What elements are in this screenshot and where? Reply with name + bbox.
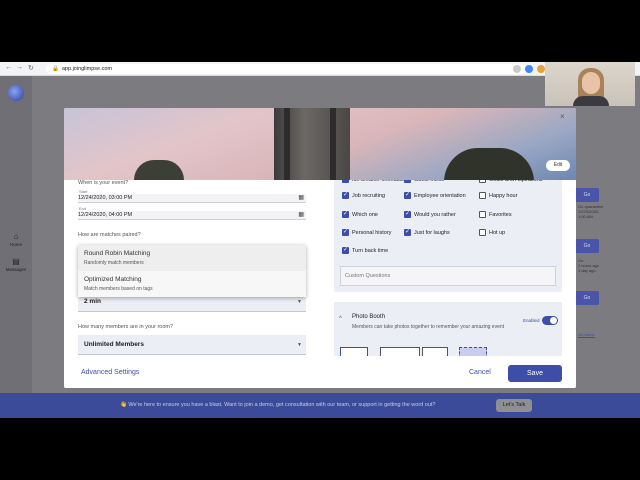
- unchecked-icon[interactable]: [479, 229, 486, 237]
- photo-booth-panel: ^ Photo Booth Members can take photos to…: [334, 302, 562, 362]
- prompt-checkbox[interactable]: Favorites: [479, 211, 512, 220]
- members-question: How many members are in your room?: [78, 324, 174, 330]
- lets-talk-button[interactable]: Let's Talk: [496, 399, 532, 412]
- prompt-label: Hot up: [489, 230, 506, 236]
- prompt-label: Goals and Aspirations: [489, 180, 543, 183]
- cover-image: × Edit: [64, 108, 576, 180]
- sidebar-item-home[interactable]: ⌂ Home: [0, 232, 32, 247]
- prompt-label: Happy hour: [489, 193, 518, 199]
- chapel-tower-image: [274, 108, 350, 180]
- prompt-checkbox[interactable]: Hot up: [479, 229, 505, 238]
- match-question: How are matches paired?: [78, 232, 141, 238]
- checked-icon[interactable]: ✓: [342, 247, 349, 255]
- unchecked-icon[interactable]: [479, 180, 486, 184]
- cancel-button[interactable]: Cancel: [469, 369, 491, 376]
- close-icon[interactable]: ×: [560, 112, 565, 121]
- photo-booth-description: Members can take photos together to reme…: [352, 324, 505, 330]
- event-settings-dialog: × Edit When is your event? Start 12/24/2…: [64, 108, 576, 388]
- prompt-label: Employee orientation: [414, 193, 466, 199]
- checked-icon[interactable]: ✓: [342, 180, 349, 184]
- checked-icon[interactable]: ✓: [342, 211, 349, 219]
- promo-banner: 👋 We're here to ensure you have a blast.…: [0, 393, 640, 418]
- calendar-icon[interactable]: ▦: [298, 194, 304, 203]
- custom-questions-input[interactable]: Custom Questions: [340, 266, 556, 286]
- prompt-checkbox[interactable]: ✓ Would you rather: [404, 211, 456, 220]
- photo-booth-toggle[interactable]: [542, 316, 558, 325]
- checked-icon[interactable]: ✓: [404, 211, 411, 219]
- prompt-label: Ice-breaker orientation: [352, 180, 408, 183]
- background-go-button[interactable]: Go: [575, 188, 599, 202]
- prompt-checkbox[interactable]: ✓Ice-breaker orientation: [342, 180, 407, 185]
- background-go-button[interactable]: Go: [575, 239, 599, 253]
- extension-icon[interactable]: [513, 65, 521, 73]
- members-select[interactable]: Unlimited Members ▼: [78, 335, 306, 355]
- screen: ← → ↻ 🔒 app.joinglimpse.com ⌂ Home ▤ Mess…: [0, 0, 640, 480]
- save-button[interactable]: Save: [508, 365, 562, 382]
- prompt-checkbox[interactable]: ✓ Job recruiting: [342, 192, 385, 201]
- photo-booth-status: Enabled: [523, 318, 540, 323]
- prompt-checkbox[interactable]: ✓Guest Intros: [404, 180, 444, 185]
- photo-booth-title: Photo Booth: [352, 314, 386, 320]
- dialog-footer: Advanced Settings Cancel Save: [64, 356, 576, 388]
- webcam-overlay: [545, 62, 635, 106]
- checked-icon[interactable]: ✓: [404, 180, 411, 184]
- prompt-label: Guest Intros: [414, 180, 444, 183]
- prompt-checkbox[interactable]: Happy hour: [479, 192, 517, 201]
- sidebar-item-label: Home: [9, 242, 22, 247]
- advanced-settings-link[interactable]: Advanced Settings: [81, 369, 139, 376]
- extension-icon[interactable]: [537, 65, 545, 73]
- prompt-checkbox[interactable]: ✓ Personal history: [342, 229, 391, 238]
- background-snippet: Go quarantine 12/23/2020, 1:00 AM: [578, 204, 604, 219]
- match-type-dropdown: Round Robin Matching Randomly match memb…: [78, 245, 306, 297]
- back-icon[interactable]: ←: [5, 64, 12, 71]
- background-go-button[interactable]: Go: [575, 291, 599, 305]
- prompt-label: Turn back time: [352, 248, 389, 254]
- chevron-down-icon: ▼: [297, 342, 302, 348]
- sidebar: ⌂ Home ▤ Messages: [0, 76, 32, 418]
- reload-icon[interactable]: ↻: [28, 64, 34, 72]
- banner-text: 👋 We're here to ensure you have a blast.…: [120, 402, 436, 408]
- prompt-label: Just for laughs: [414, 230, 450, 236]
- event-time-question: When is your event?: [78, 180, 129, 186]
- prompt-checkbox[interactable]: ✓ Employee orientation: [404, 192, 466, 201]
- browser-toolbar: ← → ↻ 🔒 app.joinglimpse.com: [0, 62, 640, 76]
- chevron-up-icon[interactable]: ^: [339, 316, 342, 322]
- extension-icon[interactable]: [525, 65, 533, 73]
- end-datetime-input[interactable]: 12/24/2020, 04:00 PM ▦: [78, 211, 306, 220]
- checked-icon[interactable]: ✓: [404, 229, 411, 237]
- option-round-robin[interactable]: Round Robin Matching Randomly match memb…: [78, 245, 306, 271]
- all-rooms-link[interactable]: All rooms: [578, 332, 595, 337]
- checked-icon[interactable]: ✓: [342, 192, 349, 200]
- right-column: ✓Ice-breaker orientation✓Guest IntrosGoa…: [334, 180, 562, 362]
- glimpse-logo-icon[interactable]: [8, 85, 24, 101]
- unchecked-icon[interactable]: [479, 211, 486, 219]
- lock-icon: 🔒: [52, 66, 59, 72]
- prompt-label: Favorites: [489, 212, 512, 218]
- checked-icon[interactable]: ✓: [404, 192, 411, 200]
- sidebar-item-messages[interactable]: ▤ Messages: [0, 257, 32, 272]
- prompt-label: Job recruiting: [352, 193, 386, 199]
- edit-cover-button[interactable]: Edit: [546, 160, 570, 171]
- address-bar[interactable]: 🔒 app.joinglimpse.com: [46, 64, 526, 74]
- prompt-checkbox[interactable]: ✓ Just for laughs: [404, 229, 450, 238]
- checked-icon[interactable]: ✓: [342, 229, 349, 237]
- url-text: app.joinglimpse.com: [61, 66, 112, 72]
- home-icon: ⌂: [13, 232, 19, 241]
- prompt-label: Which one: [352, 212, 378, 218]
- prompt-checkbox[interactable]: Goals and Aspirations: [479, 180, 543, 185]
- prompt-label: Would you rather: [414, 212, 456, 218]
- sidebar-item-label: Messages: [5, 267, 27, 272]
- forward-icon[interactable]: →: [16, 64, 23, 71]
- calendar-icon[interactable]: ▦: [298, 211, 304, 220]
- prompt-label: Personal history: [352, 230, 392, 236]
- background-snippet: Go 2 hours ago 1 day ago: [578, 258, 600, 273]
- messages-icon: ▤: [12, 257, 20, 266]
- prompt-checkbox[interactable]: ✓ Turn back time: [342, 247, 388, 256]
- option-optimized[interactable]: Optimized Matching Match members based o…: [78, 271, 306, 297]
- prompt-settings-panel: ✓Ice-breaker orientation✓Guest IntrosGoa…: [334, 180, 562, 292]
- unchecked-icon[interactable]: [479, 192, 486, 200]
- start-datetime-input[interactable]: 12/24/2020, 03:00 PM ▦: [78, 194, 306, 203]
- prompt-checkbox[interactable]: ✓ Which one: [342, 211, 378, 220]
